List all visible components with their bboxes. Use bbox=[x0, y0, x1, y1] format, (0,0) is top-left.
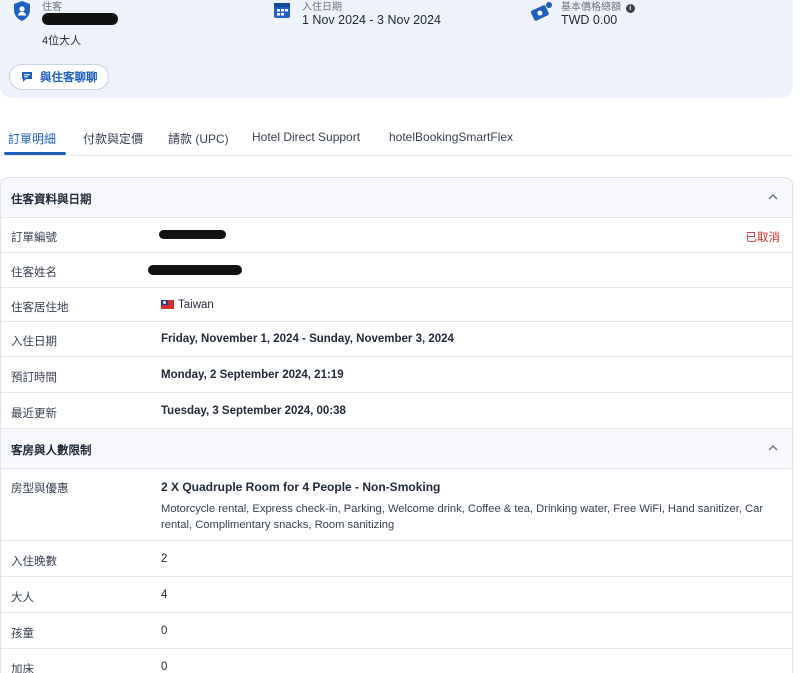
shield-user-icon bbox=[14, 1, 30, 21]
row-value: 2 bbox=[161, 553, 168, 565]
row-room-type: 房型與優惠 2 X Quadruple Room for 4 People - … bbox=[1, 469, 792, 541]
chevron-up-icon[interactable] bbox=[766, 190, 780, 204]
price-label: 基本價格總額 i bbox=[561, 0, 635, 13]
chat-bubble-icon bbox=[22, 72, 32, 82]
row-label: 房型與優惠 bbox=[11, 483, 69, 495]
row-value: Monday, 2 September 2024, 21:19 bbox=[161, 369, 344, 381]
row-label: 孩童 bbox=[11, 628, 34, 640]
tab-order-details[interactable]: 訂單明細 bbox=[8, 130, 56, 147]
row-label: 訂單編號 bbox=[11, 232, 57, 244]
taiwan-flag-icon bbox=[161, 300, 174, 309]
row-value: 0 bbox=[161, 625, 168, 637]
row-order-number: 訂單編號 已取消 bbox=[1, 218, 792, 253]
chevron-up-icon[interactable] bbox=[766, 441, 780, 455]
row-adults: 大人 4 bbox=[1, 577, 792, 613]
residence-value: Taiwan bbox=[178, 299, 214, 311]
price-tag-icon bbox=[530, 2, 552, 21]
row-nights: 入住晚數 2 bbox=[1, 541, 792, 577]
calendar-icon bbox=[274, 3, 290, 18]
tab-claims-upc[interactable]: 請款 (UPC) bbox=[168, 130, 229, 147]
redacted-guest-name bbox=[42, 13, 118, 25]
redacted-order-number bbox=[159, 230, 226, 239]
row-residence: 住客居住地 Taiwan bbox=[1, 288, 792, 322]
dates-label: 入住日期 bbox=[302, 2, 342, 13]
tab-hotel-direct-support[interactable]: Hotel Direct Support bbox=[252, 130, 360, 144]
price-value: TWD 0.00 bbox=[561, 13, 618, 27]
row-label: 住客姓名 bbox=[11, 267, 57, 279]
row-checkin-dates: 入住日期 Friday, November 1, 2024 - Sunday, … bbox=[1, 322, 792, 357]
guest-label: 住客 bbox=[42, 2, 62, 13]
room-type-value: 2 X Quadruple Room for 4 People - Non-Sm… bbox=[161, 480, 441, 494]
tab-hotel-booking-smartflex[interactable]: hotelBookingSmartFlex bbox=[389, 130, 513, 144]
row-booking-time: 預訂時間 Monday, 2 September 2024, 21:19 bbox=[1, 357, 792, 393]
section-title: 客房與人數限制 bbox=[11, 445, 92, 457]
redacted-guest-name bbox=[148, 265, 242, 275]
tab-payment-pricing[interactable]: 付款與定價 bbox=[83, 130, 143, 147]
row-value: 4 bbox=[161, 589, 168, 601]
row-value: 0 bbox=[161, 661, 168, 673]
row-extra-beds: 加床 0 bbox=[1, 649, 792, 673]
active-tab-indicator bbox=[4, 152, 66, 155]
tab-bar: 訂單明細 付款與定價 請款 (UPC) Hotel Direct Support… bbox=[0, 118, 793, 156]
order-details-panel: 住客資料與日期 訂單編號 已取消 住客姓名 住客居住地 Taiwan 入住日期 … bbox=[0, 177, 793, 673]
row-value: Taiwan bbox=[161, 299, 214, 311]
dates-value: 1 Nov 2024 - 3 Nov 2024 bbox=[302, 13, 441, 27]
row-label: 預訂時間 bbox=[11, 372, 57, 384]
section-header-guest-dates[interactable]: 住客資料與日期 bbox=[1, 178, 792, 218]
room-amenities: Motorcycle rental, Express check-in, Par… bbox=[161, 503, 764, 531]
chat-with-guest-button[interactable]: 與住客聊聊 bbox=[9, 64, 109, 90]
booking-summary-card: 住客 4位大人 入住日期 1 Nov 2024 - 3 Nov 2024 基本價… bbox=[0, 0, 793, 98]
row-label: 入住晚數 bbox=[11, 556, 57, 568]
info-icon[interactable]: i bbox=[625, 4, 635, 13]
row-label: 入住日期 bbox=[11, 336, 57, 348]
section-title: 住客資料與日期 bbox=[11, 194, 92, 206]
chat-button-label: 與住客聊聊 bbox=[40, 72, 98, 84]
row-children: 孩童 0 bbox=[1, 613, 792, 649]
row-label: 加床 bbox=[11, 664, 34, 673]
row-label: 最近更新 bbox=[11, 408, 57, 420]
row-value: Friday, November 1, 2024 - Sunday, Novem… bbox=[161, 333, 454, 345]
row-label: 大人 bbox=[11, 592, 34, 604]
section-header-room-occupancy[interactable]: 客房與人數限制 bbox=[1, 429, 792, 469]
row-guest-name: 住客姓名 bbox=[1, 253, 792, 288]
row-label: 住客居住地 bbox=[11, 302, 69, 314]
row-last-updated: 最近更新 Tuesday, 3 September 2024, 00:38 bbox=[1, 393, 792, 429]
price-label-text: 基本價格總額 bbox=[561, 2, 621, 13]
row-value: Tuesday, 3 September 2024, 00:38 bbox=[161, 405, 346, 417]
guest-count: 4位大人 bbox=[42, 35, 82, 47]
status-badge-cancelled: 已取消 bbox=[745, 232, 781, 244]
